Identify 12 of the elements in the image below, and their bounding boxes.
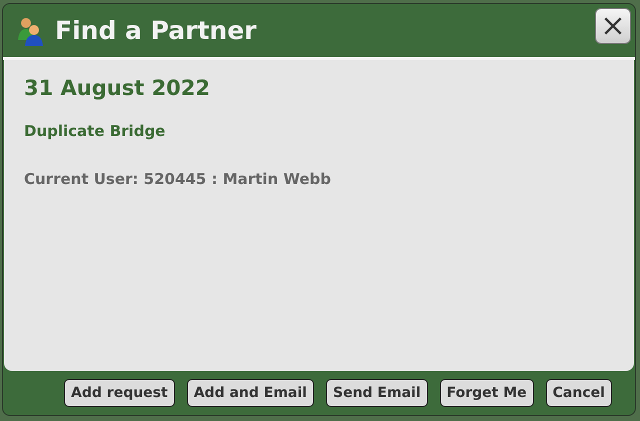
event-name: Duplicate Bridge — [24, 122, 166, 140]
current-user-text: Current User: 520445 : Martin Webb — [24, 170, 332, 188]
dialog-button[interactable]: Add and Email — [186, 379, 314, 407]
dialog-button[interactable]: Add request — [64, 379, 175, 407]
dialog-button[interactable]: Forget Me — [440, 379, 534, 407]
close-button[interactable] — [595, 8, 631, 44]
date-heading: 31 August 2022 — [24, 76, 212, 100]
close-icon — [602, 14, 624, 36]
window-title: Find a Partner — [55, 16, 258, 45]
users-icon — [17, 16, 45, 46]
dialog-button[interactable]: Send Email — [326, 379, 428, 407]
dialog-button[interactable]: Cancel — [546, 379, 612, 407]
